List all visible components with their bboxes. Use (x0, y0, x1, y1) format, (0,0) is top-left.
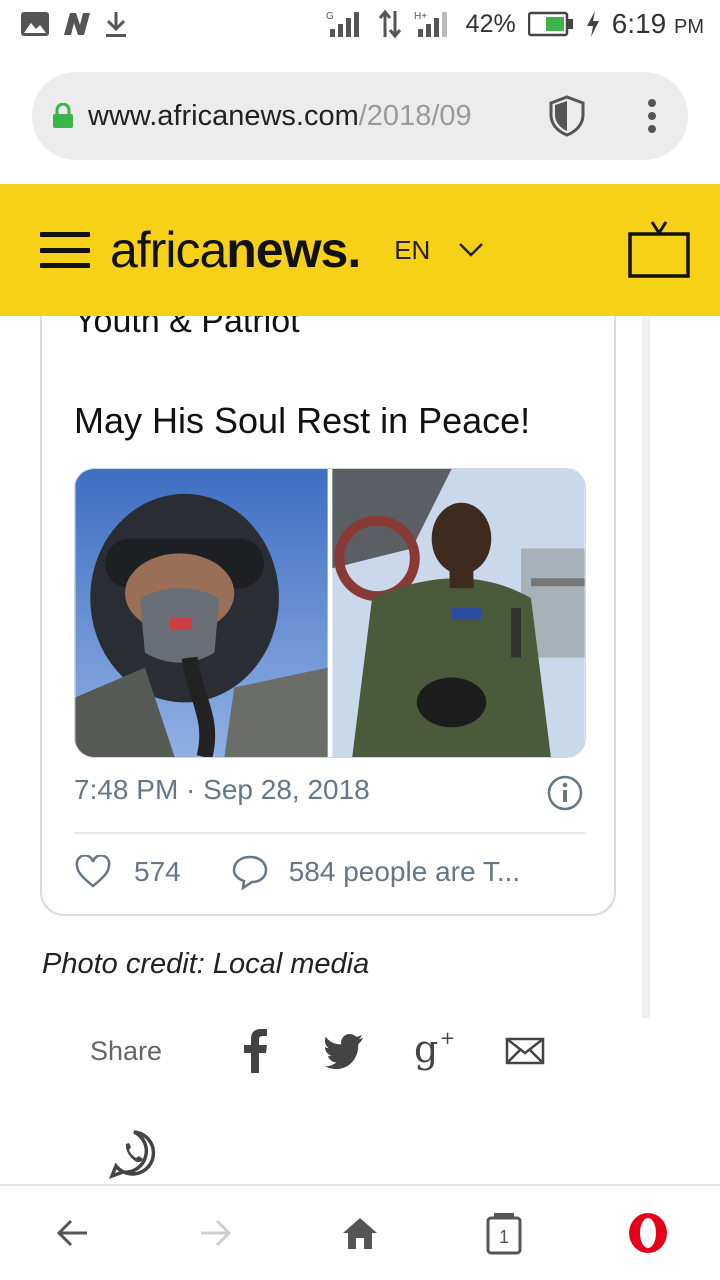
info-icon[interactable] (546, 774, 584, 812)
africanews-logo[interactable]: africanews. (110, 221, 361, 279)
clock-time: 6:19 (611, 8, 667, 39)
address-bar[interactable]: www.africanews.com/2018/09 (32, 72, 688, 160)
likes-count[interactable]: 574 (134, 856, 181, 888)
site-header: africanews. EN (0, 184, 720, 316)
url-host: www.africanews.com (88, 99, 359, 132)
signal-hplus-icon: H+ (414, 11, 447, 37)
n-notification-icon (64, 13, 90, 35)
chevron-down-icon[interactable] (458, 242, 484, 258)
charging-icon (586, 11, 599, 37)
home-icon (343, 1218, 377, 1249)
shield-icon[interactable] (548, 95, 586, 137)
tweet-media[interactable] (74, 468, 586, 758)
forward-arrow-icon (201, 1219, 232, 1247)
url-text[interactable]: www.africanews.com/2018/09 (88, 100, 528, 133)
svg-text:+: + (440, 1028, 455, 1049)
tweet-actions: 574 584 people are T... (74, 854, 520, 890)
email-icon[interactable] (500, 1026, 550, 1076)
whatsapp-icon[interactable] (108, 1128, 160, 1180)
scroll-indicator (642, 316, 650, 1018)
tweet-timestamp[interactable]: 7:48 PM · Sep 28, 2018 (74, 774, 370, 806)
data-transfer-icon (378, 9, 401, 39)
tweet-text: May His Soul Rest in Peace! (74, 400, 531, 441)
photo-credit: Photo credit: Local media (42, 948, 370, 980)
pilot-cockpit-photo[interactable] (332, 469, 585, 757)
network-g-label: G (326, 11, 334, 22)
tweet-divider (74, 832, 586, 834)
browser-bottom-nav: 1 (0, 1184, 720, 1280)
share-label: Share (90, 1035, 163, 1066)
svg-text:g: g (414, 1028, 438, 1071)
status-bar: G H+ 42% 6:19 PM (0, 0, 720, 48)
clock: 6:19 PM (612, 8, 704, 40)
language-selector[interactable]: EN (394, 235, 430, 266)
forward-button[interactable] (186, 1203, 246, 1263)
menu-icon[interactable] (40, 232, 90, 268)
pilot-helmet-photo[interactable] (75, 469, 328, 757)
opera-menu-button[interactable] (618, 1203, 678, 1263)
tabs-icon: 1 (486, 1213, 522, 1255)
live-tv-icon[interactable] (628, 220, 690, 280)
clock-ampm: PM (674, 16, 704, 38)
battery-percentage: 42% (465, 9, 516, 38)
embedded-tweet[interactable]: Youth & Patriot May His Soul Rest in Pea… (40, 260, 616, 916)
signal-icon: G (326, 11, 359, 37)
google-plus-icon[interactable]: g + (410, 1026, 460, 1076)
url-path: /2018/09 (358, 99, 472, 132)
opera-logo-icon (629, 1213, 667, 1253)
network-hplus-label: H+ (414, 11, 427, 22)
battery-icon (527, 11, 573, 37)
back-button[interactable] (42, 1203, 102, 1263)
tabs-button[interactable]: 1 (474, 1203, 534, 1263)
download-icon (106, 12, 126, 37)
tweeting-count[interactable]: 584 people are T... (289, 856, 520, 888)
tab-count: 1 (499, 1227, 509, 1247)
gallery-notification-icon (21, 12, 49, 36)
more-options-icon[interactable] (646, 98, 658, 134)
logo-light: africa (110, 222, 227, 278)
logo-bold: news. (226, 222, 361, 278)
twitter-icon[interactable] (320, 1026, 370, 1076)
share-bar: Share g + (90, 1026, 590, 1076)
facebook-icon[interactable] (230, 1026, 280, 1076)
back-arrow-icon (56, 1219, 87, 1247)
heart-icon[interactable] (74, 855, 112, 889)
lock-icon (53, 103, 73, 128)
reply-bubble-icon[interactable] (231, 854, 269, 890)
home-button[interactable] (330, 1203, 390, 1263)
